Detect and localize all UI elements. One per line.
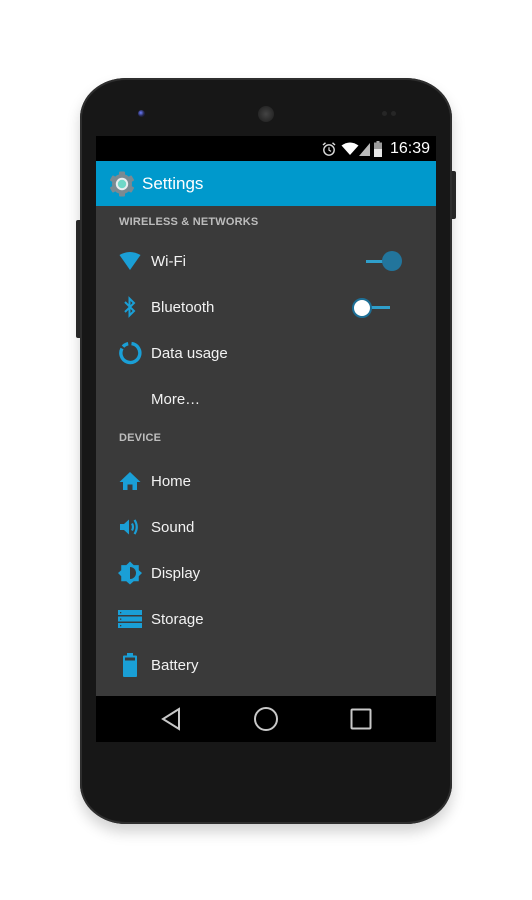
home-nav-icon	[253, 707, 278, 731]
cell-signal-icon	[358, 143, 370, 156]
status-time: 16:39	[389, 140, 430, 157]
sound-icon	[120, 519, 138, 535]
front-camera	[138, 110, 145, 117]
settings-item-wifi[interactable]: Wi-Fi	[96, 238, 436, 284]
data-usage-icon	[119, 341, 142, 365]
settings-item-bluetooth[interactable]: Bluetooth	[96, 284, 436, 330]
item-label: Battery	[151, 656, 199, 674]
battery-item-icon	[123, 653, 137, 677]
settings-item-home[interactable]: Home	[96, 458, 436, 504]
item-label: Sound	[151, 518, 195, 536]
earpiece-speaker	[258, 106, 274, 122]
item-label: Bluetooth	[151, 298, 215, 316]
page-title: Settings	[142, 173, 204, 193]
display-icon	[118, 561, 142, 585]
settings-item-display[interactable]: Display	[96, 550, 436, 596]
alarm-icon	[322, 142, 336, 156]
back-icon	[161, 707, 181, 731]
storage-icon	[118, 610, 142, 628]
settings-gear-icon	[110, 171, 134, 196]
navigation-bar	[96, 696, 436, 742]
section-header-wireless: WIRELESS & NETWORKS	[119, 216, 259, 228]
status-bar: 16:39	[96, 136, 436, 161]
settings-list[interactable]: WIRELESS & NETWORKS Wi-Fi Bluetooth Data…	[96, 206, 436, 734]
settings-item-more[interactable]: More…	[96, 376, 436, 422]
bluetooth-icon	[124, 296, 136, 318]
proximity-sensor	[382, 111, 396, 116]
item-label: Display	[151, 564, 201, 582]
recents-icon	[350, 708, 372, 730]
settings-item-data-usage[interactable]: Data usage	[96, 330, 436, 376]
settings-item-battery[interactable]: Battery	[96, 642, 436, 688]
bluetooth-toggle[interactable]	[352, 296, 392, 318]
home-button[interactable]	[251, 704, 281, 734]
wifi-icon	[119, 252, 141, 270]
item-label: Storage	[151, 610, 204, 628]
settings-item-storage[interactable]: Storage	[96, 596, 436, 642]
wifi-toggle[interactable]	[364, 250, 404, 272]
back-button[interactable]	[156, 704, 186, 734]
item-label: Data usage	[151, 344, 228, 362]
item-label: Home	[151, 472, 192, 490]
action-bar: Settings	[96, 161, 436, 206]
settings-item-sound[interactable]: Sound	[96, 504, 436, 550]
item-label: Wi-Fi	[151, 252, 186, 270]
wifi-signal-icon	[341, 142, 359, 155]
home-icon	[119, 472, 141, 490]
section-header-device: DEVICE	[119, 432, 162, 444]
item-label: More…	[151, 390, 201, 408]
recents-button[interactable]	[346, 704, 376, 734]
battery-icon	[373, 141, 382, 157]
screen: 16:39 Settings WIRELESS & NETWORKS Wi-Fi…	[96, 136, 436, 742]
power-button	[452, 171, 456, 219]
